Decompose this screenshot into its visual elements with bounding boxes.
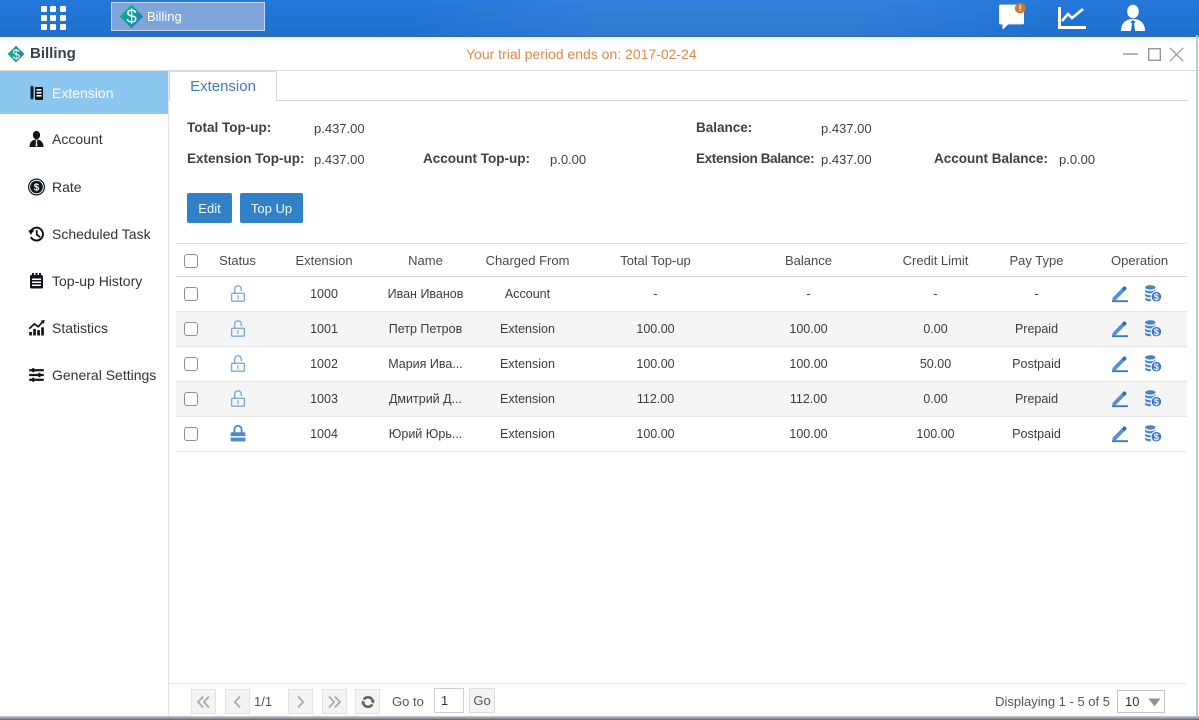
- svg-text:!: !: [1019, 3, 1022, 13]
- svg-text:$: $: [12, 47, 20, 62]
- svg-text:$: $: [1154, 362, 1160, 373]
- svg-text:$: $: [1154, 432, 1160, 443]
- svg-text:$: $: [126, 7, 137, 28]
- svg-text:$: $: [1154, 292, 1160, 303]
- svg-text:$: $: [34, 182, 40, 193]
- svg-text:$: $: [1154, 327, 1160, 338]
- svg-text:$: $: [1154, 397, 1160, 408]
